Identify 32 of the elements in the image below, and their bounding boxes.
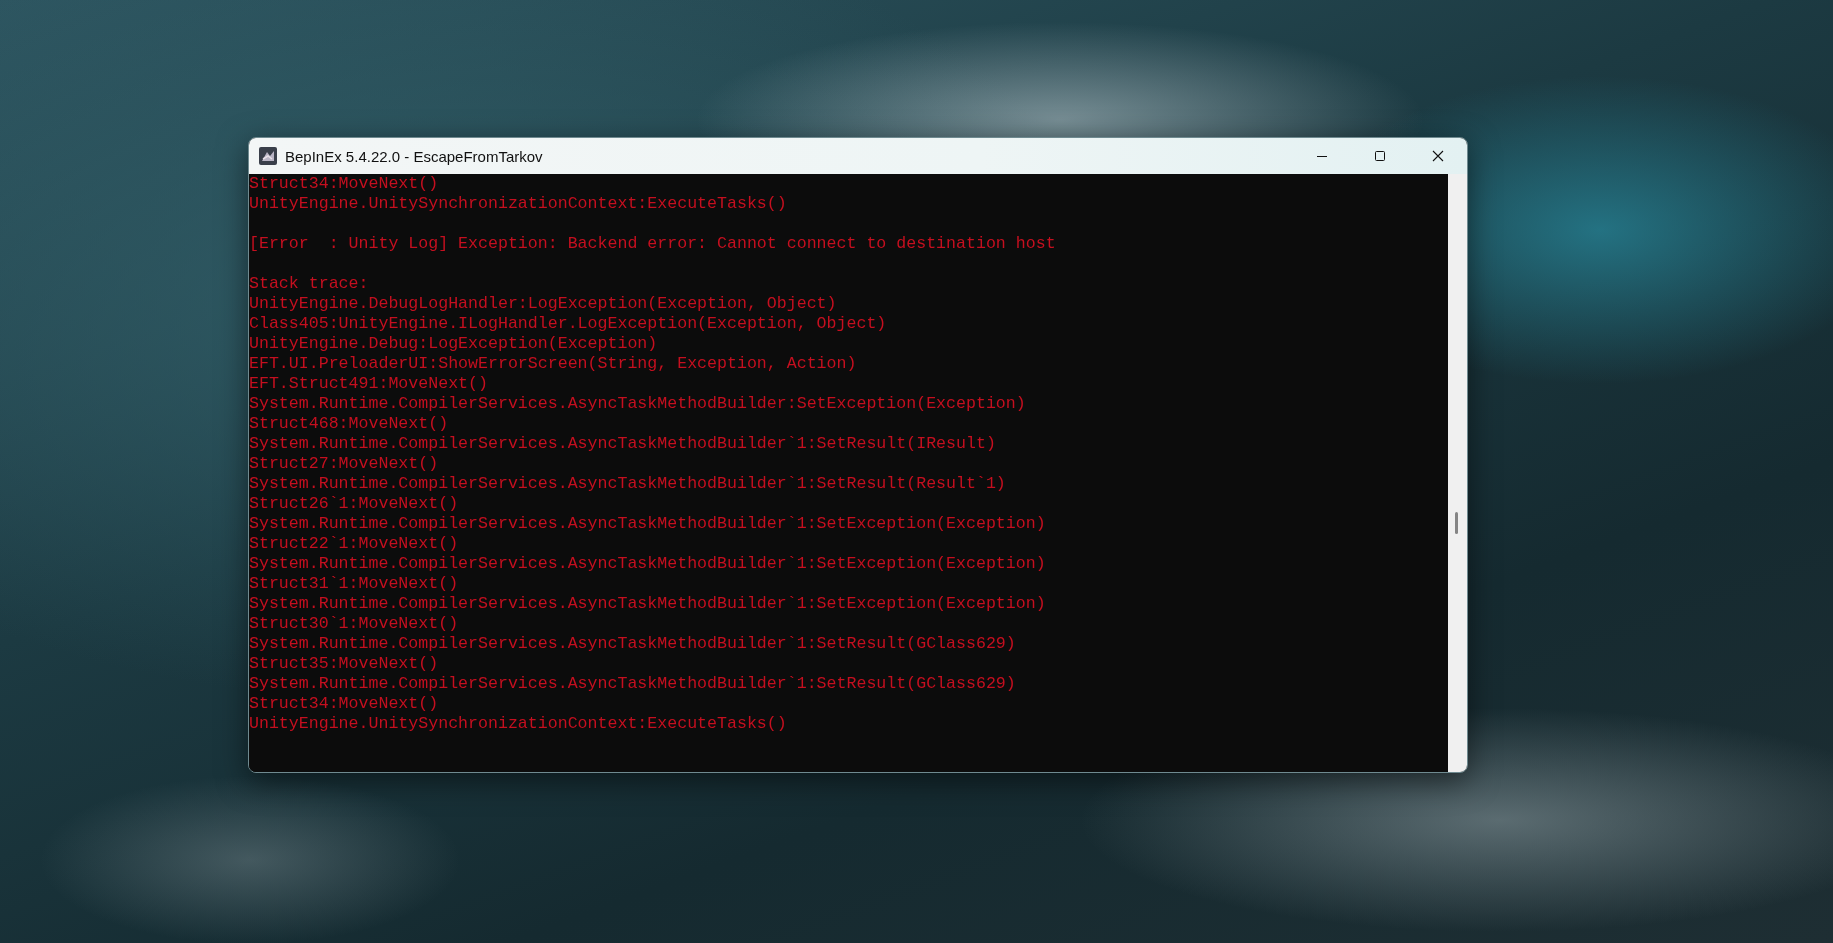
log-line: Stack trace: [249,274,370,294]
log-line: System.Runtime.CompilerServices.AsyncTaskMethodBuilder`1:SetResult(IResult) [249,434,997,454]
log-line: Struct30`1:MoveNext() [249,614,460,634]
scrollbar[interactable] [1448,174,1467,772]
log-line: Struct27:MoveNext() [249,454,440,474]
log-line: UnityEngine.UnitySynchronizationContext:ExecuteTasks() [249,714,788,734]
window-title: BepInEx 5.4.22.0 - EscapeFromTarkov [285,147,544,165]
app-icon [259,147,277,165]
log-line: System.Runtime.CompilerServices.AsyncTaskMethodBuilder`1:SetResult(GClass629) [249,674,1017,694]
log-line: System.Runtime.CompilerServices.AsyncTaskMethodBuilder`1:SetException(Exception) [249,554,1047,574]
log-line: [Error : Unity Log] Exception: Backend error: Cannot connect to destination host [249,234,1057,254]
maximize-icon [1374,150,1386,162]
log-line: UnityEngine.Debug:LogException(Exception) [249,334,659,354]
log-line: Struct34:MoveNext() [249,694,440,714]
log-line: Struct22`1:MoveNext() [249,534,460,554]
log-line: Struct35:MoveNext() [249,654,440,674]
log-line: Struct26`1:MoveNext() [249,494,460,514]
log-line: Struct34:MoveNext() [249,174,440,194]
log-line: System.Runtime.CompilerServices.AsyncTaskMethodBuilder`1:SetException(Exception) [249,514,1047,534]
log-line: UnityEngine.UnitySynchronizationContext:ExecuteTasks() [249,194,788,214]
log-line: System.Runtime.CompilerServices.AsyncTaskMethodBuilder`1:SetResult(Result`1) [249,474,1007,494]
log-line: System.Runtime.CompilerServices.AsyncTaskMethodBuilder`1:SetResult(GClass629) [249,634,1017,654]
log-line: EFT.Struct491:MoveNext() [249,374,489,394]
log-line: System.Runtime.CompilerServices.AsyncTaskMethodBuilder`1:SetException(Exception) [249,594,1047,614]
log-line: Class405:UnityEngine.ILogHandler.LogException(Exception, Object) [249,314,888,334]
close-icon [1432,150,1444,162]
scrollbar-thumb[interactable] [1455,512,1458,534]
log-line: System.Runtime.CompilerServices.AsyncTaskMethodBuilder:SetException(Exception) [249,394,1027,414]
log-line: Struct31`1:MoveNext() [249,574,460,594]
log-line: EFT.UI.PreloaderUI:ShowErrorScreen(String, Exception, Action) [249,354,858,374]
log-line: UnityEngine.DebugLogHandler:LogException(Exception, Object) [249,294,838,314]
log-line: Struct468:MoveNext() [249,414,450,434]
